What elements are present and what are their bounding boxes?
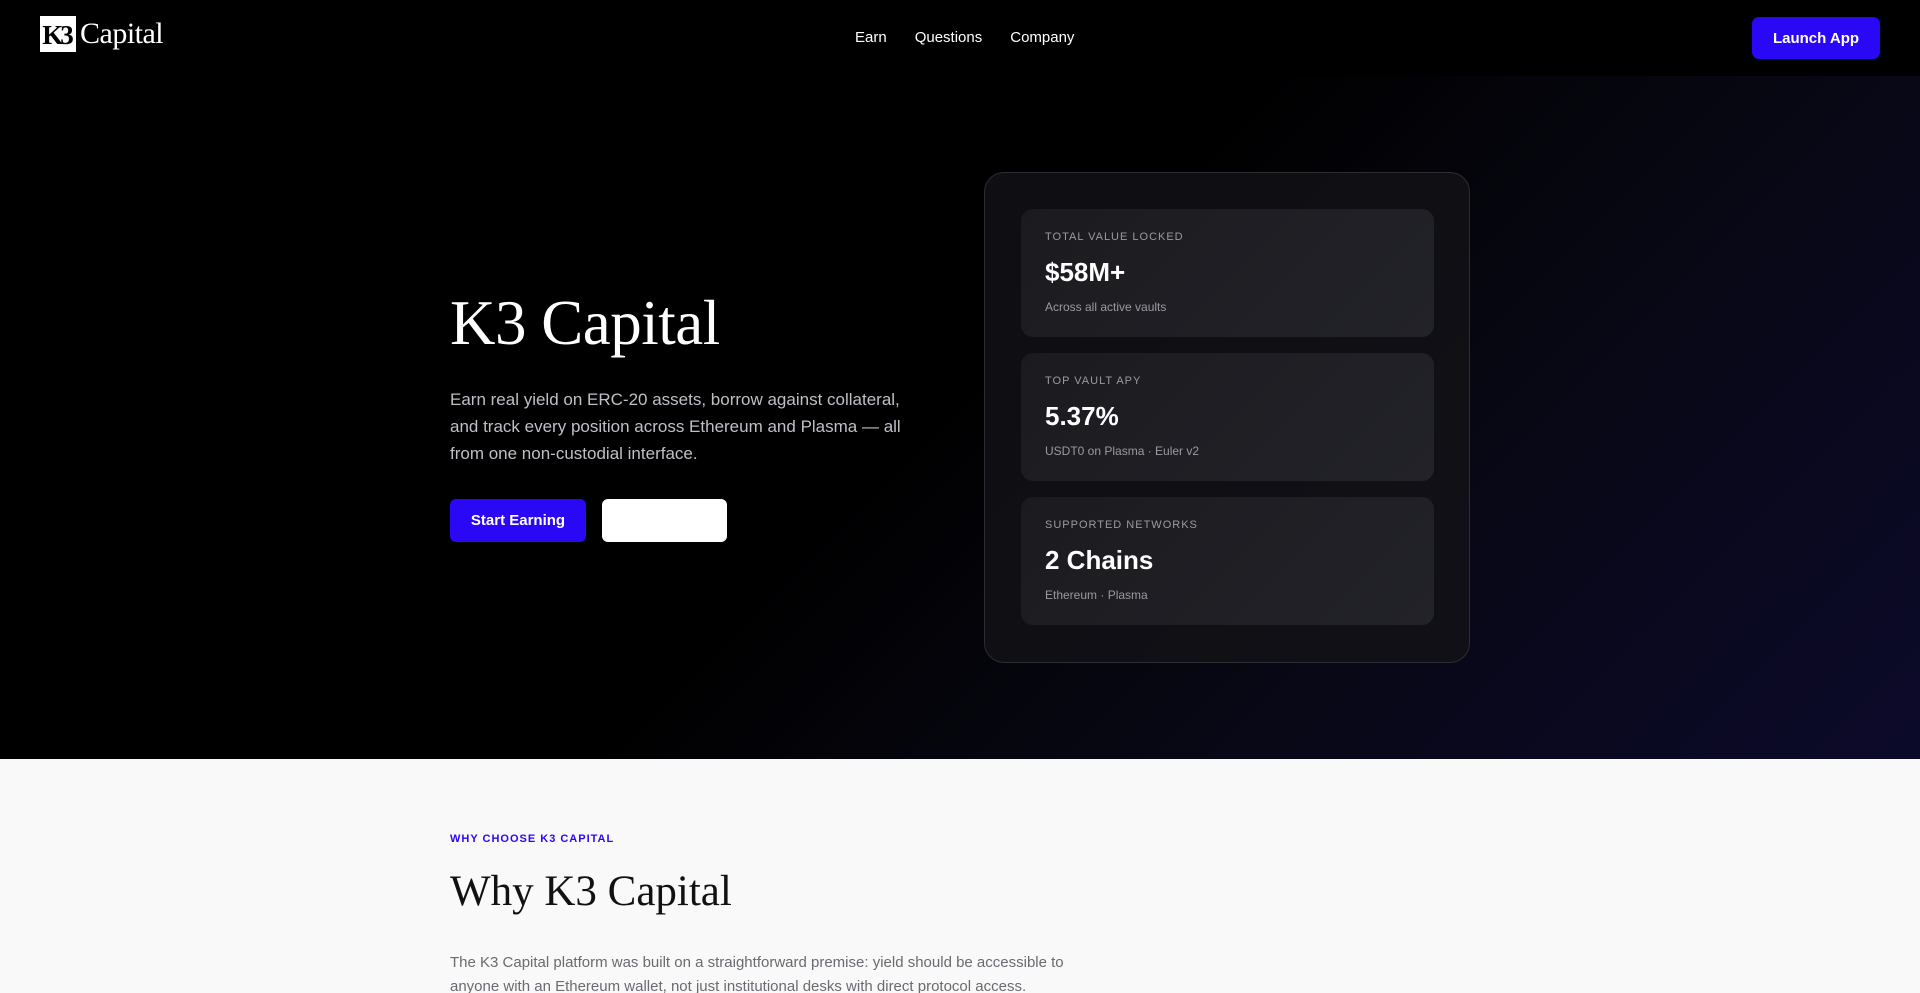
- stat-label: SUPPORTED NETWORKS: [1045, 519, 1198, 531]
- why-section: WHY CHOOSE K3 CAPITAL Why K3 Capital The…: [0, 759, 1920, 993]
- hero-description: Earn real yield on ERC-20 assets, borrow…: [450, 390, 901, 463]
- stats-panel: TOTAL VALUE LOCKED $58M+ Across all acti…: [984, 172, 1470, 663]
- section-text: The K3 Capital platform was built on a s…: [450, 954, 1064, 993]
- nav-link-company[interactable]: Company: [1010, 29, 1074, 46]
- stat-value: $58M+: [1045, 257, 1126, 287]
- nav-link-earn[interactable]: Earn: [855, 29, 887, 46]
- stat-card-networks: SUPPORTED NETWORKS 2 Chains Ethereum · P…: [1021, 497, 1434, 625]
- hero-title: K3 Capital: [450, 288, 720, 358]
- stat-subtext: Ethereum · Plasma: [1045, 588, 1148, 602]
- stat-card-apy: TOP VAULT APY 5.37% USDT0 on Plasma · Eu…: [1021, 353, 1434, 481]
- logo[interactable]: K3 Capital: [40, 16, 164, 52]
- nav-link-questions[interactable]: Questions: [915, 29, 983, 46]
- section-eyebrow: WHY CHOOSE K3 CAPITAL: [450, 833, 615, 845]
- stat-label: TOTAL VALUE LOCKED: [1045, 231, 1184, 243]
- stat-subtext: Across all active vaults: [1045, 300, 1167, 314]
- hero-section: K3 Capital Earn real yield on ERC-20 ass…: [0, 76, 1920, 759]
- nav-links: Earn Questions Company: [855, 29, 1074, 46]
- section-title: Why K3 Capital: [450, 868, 732, 915]
- stat-subtext: USDT0 on Plasma · Euler v2: [1045, 444, 1200, 458]
- start-earning-button[interactable]: Start Earning: [450, 499, 586, 542]
- secondary-cta-button[interactable]: [602, 499, 727, 542]
- stat-value: 2 Chains: [1045, 545, 1154, 575]
- logo-text: Capital: [80, 17, 164, 50]
- launch-app-button[interactable]: Launch App: [1752, 17, 1880, 59]
- logo-mark: K3: [40, 16, 76, 52]
- stat-value: 5.37%: [1045, 401, 1119, 431]
- top-navigation: K3 Capital Earn Questions Company Launch…: [0, 0, 1920, 76]
- stat-card-tvl: TOTAL VALUE LOCKED $58M+ Across all acti…: [1021, 209, 1434, 337]
- stat-label: TOP VAULT APY: [1045, 375, 1142, 387]
